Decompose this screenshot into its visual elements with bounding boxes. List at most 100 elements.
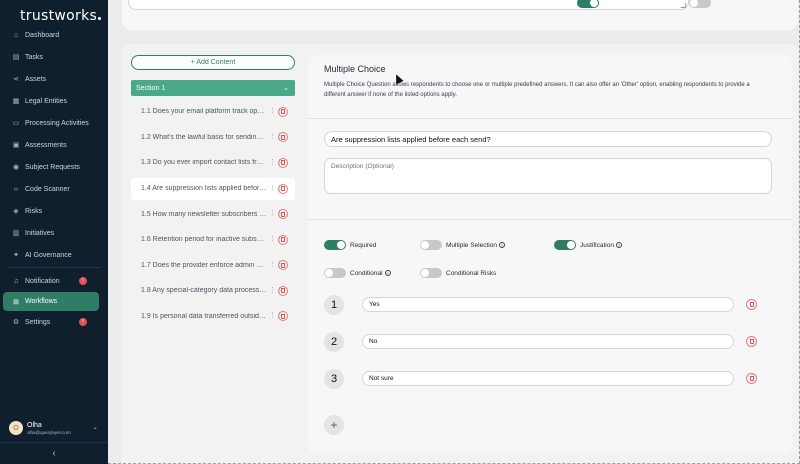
- shield-icon: ◈: [13, 208, 19, 215]
- sidebar-item-workflows[interactable]: ⊞ Workflows: [3, 292, 99, 311]
- user-menu[interactable]: O Olha olha@querylayer.com ⌄: [0, 414, 108, 442]
- choice-number: 3: [324, 369, 344, 389]
- drag-handle-icon[interactable]: ⋮⋮: [269, 159, 283, 167]
- drag-handle-icon[interactable]: ⋮⋮: [269, 108, 283, 116]
- drag-handle-icon[interactable]: ⋮⋮: [269, 185, 283, 193]
- help-icon[interactable]: ?: [615, 242, 622, 248]
- question-item[interactable]: 1.5 How many newsletter subscribers do y…: [131, 202, 295, 228]
- document-icon: ▭: [12, 120, 20, 127]
- required-toggle[interactable]: [324, 240, 346, 250]
- trash-icon[interactable]: [278, 234, 288, 245]
- editor-title: Multiple Choice: [324, 64, 386, 74]
- trash-icon[interactable]: [746, 373, 757, 384]
- sidebar-item-assessments[interactable]: ▣ Assessments: [0, 134, 108, 156]
- question-editor: Multiple Choice Multiple Choice Question…: [308, 55, 792, 453]
- question-item[interactable]: 1.8 Any special-category data processed?…: [131, 278, 295, 304]
- conditional-toggle[interactable]: [324, 268, 346, 278]
- trash-icon[interactable]: [746, 336, 757, 347]
- help-icon[interactable]: ?: [384, 270, 391, 276]
- conditional-option: Conditional ?: [324, 268, 391, 278]
- chevron-down-icon[interactable]: ⌄: [283, 84, 289, 92]
- sidebar-item-initiatives[interactable]: ▥ Initiatives: [0, 222, 108, 244]
- trash-icon[interactable]: [278, 285, 288, 296]
- trash-icon[interactable]: [278, 157, 288, 168]
- required-option: Required: [324, 240, 376, 250]
- multiple-selection-option: Multiple Selection ?: [420, 240, 505, 250]
- settings-badge: !: [79, 318, 87, 326]
- conditional-risks-toggle[interactable]: [420, 268, 442, 278]
- sidebar-item-code-scanner[interactable]: ‹› Code Scanner: [0, 178, 108, 200]
- choice-row: 1 Yes: [324, 295, 758, 315]
- sidebar-item-notification[interactable]: ♫ Notification!: [0, 270, 108, 292]
- question-item[interactable]: 1.9 Is personal data transferred outside…: [131, 304, 295, 330]
- sidebar-item-dashboard[interactable]: ⌂ Dashboard: [0, 24, 108, 46]
- trash-icon[interactable]: [278, 260, 288, 271]
- question-description-input[interactable]: Description (Optional): [324, 158, 772, 194]
- choice-row: 2 No: [324, 332, 758, 352]
- choice-number: 1: [324, 295, 344, 315]
- trash-icon[interactable]: [278, 209, 288, 220]
- question-item[interactable]: 1.7 Does the provider enforce admin MFA?…: [131, 253, 295, 279]
- choice-row: 3 Not sure: [324, 369, 758, 389]
- question-item[interactable]: 1.3 Do you ever import contact lists fro…: [131, 150, 295, 176]
- question-item[interactable]: 1.1 Does your email platform track opens…: [131, 99, 295, 125]
- previous-required-toggle[interactable]: [577, 0, 599, 8]
- gear-icon: ⚙: [12, 319, 20, 326]
- add-content-button[interactable]: + Add Content: [131, 55, 295, 70]
- previous-option-toggle[interactable]: [689, 0, 711, 8]
- sidebar-item-tasks[interactable]: ▤ Tasks: [0, 46, 108, 68]
- drag-handle-icon[interactable]: ⋮⋮: [269, 287, 283, 295]
- clipboard-icon: ▣: [12, 142, 20, 149]
- question-list: 1.1 Does your email platform track opens…: [131, 99, 295, 329]
- help-icon[interactable]: ?: [498, 242, 505, 248]
- previous-description-field[interactable]: [128, 0, 689, 10]
- sidebar-item-processing-activities[interactable]: ▭ Processing Activities: [0, 112, 108, 134]
- sidebar-nav: ⌂ Dashboard ▤ Tasks ⋖ Assets ▦ Legal Entitie…: [0, 24, 108, 333]
- user-name: Olha: [27, 421, 42, 429]
- trash-icon[interactable]: [278, 132, 288, 143]
- sidebar-item-settings[interactable]: ⚙ Settings!: [0, 311, 108, 333]
- multiple-selection-toggle[interactable]: [420, 240, 442, 250]
- choice-input[interactable]: Yes: [362, 297, 734, 312]
- sidebar-item-assets[interactable]: ⋖ Assets: [0, 68, 108, 90]
- initiatives-icon: ▥: [12, 230, 20, 237]
- drag-handle-icon[interactable]: ⋮⋮: [269, 236, 283, 244]
- collapse-sidebar-button[interactable]: ‹: [0, 442, 108, 464]
- chevron-left-icon: ‹: [52, 448, 56, 459]
- add-choice-button[interactable]: +: [324, 415, 344, 435]
- sidebar-item-legal-entities[interactable]: ▦ Legal Entities: [0, 90, 108, 112]
- question-builder: + Add Content Section 1 ⌄ 1.1 Does your …: [122, 44, 798, 464]
- drag-handle-icon[interactable]: ⋮⋮: [269, 210, 283, 218]
- bell-icon: ♫: [13, 277, 19, 285]
- justification-toggle[interactable]: [554, 240, 576, 250]
- trash-icon[interactable]: [278, 106, 288, 117]
- sidebar-item-ai-governance[interactable]: ✦ AI Governance: [0, 244, 108, 266]
- trash-icon[interactable]: [278, 183, 288, 194]
- chevron-down-icon[interactable]: ⌄: [92, 423, 98, 431]
- drag-handle-icon[interactable]: ⋮⋮: [269, 312, 283, 320]
- choice-number: 2: [324, 332, 344, 352]
- avatar: O: [9, 421, 23, 435]
- sidebar: trustworks ⌂ Dashboard ▤ Tasks ⋖ Assets ▦ Le…: [0, 0, 108, 464]
- question-text-input[interactable]: Are suppression lists applied before eac…: [324, 131, 772, 147]
- brand-logo[interactable]: trustworks: [20, 8, 102, 24]
- trash-icon[interactable]: [278, 311, 288, 322]
- question-item[interactable]: 1.6 Retention period for inactive subscr…: [131, 227, 295, 253]
- question-item[interactable]: 1.2 What's the lawful basis for sending …: [131, 125, 295, 151]
- trash-icon[interactable]: [746, 299, 757, 310]
- code-icon: ‹›: [13, 185, 19, 193]
- user-email: olha@querylayer.com: [27, 429, 71, 435]
- choice-input[interactable]: No: [362, 334, 734, 349]
- drag-handle-icon[interactable]: ⋮⋮: [269, 261, 283, 269]
- user-info: Olha olha@querylayer.com: [27, 422, 71, 435]
- resize-handle-icon[interactable]: [680, 3, 687, 8]
- choice-input[interactable]: Not sure: [362, 371, 734, 386]
- section-header[interactable]: Section 1 ⌄: [131, 80, 295, 96]
- editor-description: Multiple Choice Question allows responde…: [324, 82, 750, 98]
- home-icon: ⌂: [13, 31, 19, 39]
- sidebar-item-subject-requests[interactable]: ◉ Subject Requests: [0, 156, 108, 178]
- drag-handle-icon[interactable]: ⋮⋮: [269, 133, 283, 141]
- question-item-selected[interactable]: 1.4 Are suppression lists applied before…: [131, 177, 295, 200]
- divider: [308, 118, 792, 119]
- sidebar-item-risks[interactable]: ◈ Risks: [0, 200, 108, 222]
